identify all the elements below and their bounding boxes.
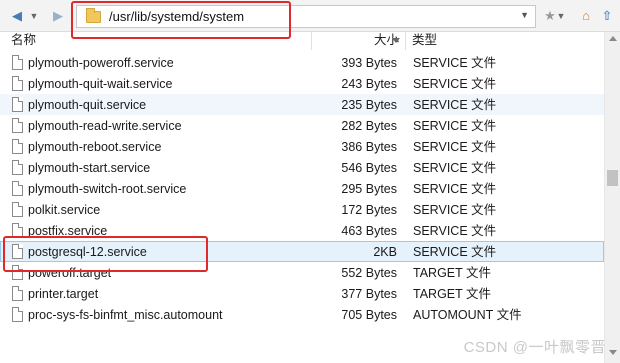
file-row[interactable]: plymouth-start.service 546 Bytes SERVICE… (0, 157, 604, 178)
file-type: TARGET 文件 (413, 287, 492, 301)
file-size: 172 Bytes (341, 203, 397, 217)
file-row-selected[interactable]: postgresql-12.service 2KB SERVICE 文件 (0, 241, 604, 262)
file-list: plymouth-poweroff.service 393 Bytes SERV… (0, 52, 604, 363)
column-divider[interactable] (405, 32, 406, 50)
back-arrow-icon[interactable]: ◀ (6, 7, 28, 25)
vertical-scrollbar[interactable] (604, 32, 620, 363)
file-size: 243 Bytes (341, 77, 397, 91)
file-icon (12, 76, 23, 91)
file-size: 2KB (373, 245, 397, 259)
file-icon (12, 181, 23, 196)
file-row[interactable]: proc-sys-fs-binfmt_misc.automount 705 By… (0, 304, 604, 325)
address-bar[interactable]: /usr/lib/systemd/system ▼ (76, 5, 536, 28)
scroll-thumb[interactable] (607, 170, 618, 186)
toolbar: ◀ ▼ ▶ /usr/lib/systemd/system ▼ ★ ▼ ⌂ ⇧ (0, 0, 620, 32)
file-icon (12, 223, 23, 238)
file-type: TARGET 文件 (413, 266, 492, 280)
file-name: plymouth-quit-wait.service (28, 77, 173, 91)
file-type: SERVICE 文件 (413, 161, 497, 175)
file-name: plymouth-quit.service (28, 98, 147, 112)
file-row[interactable]: plymouth-quit.service 235 Bytes SERVICE … (0, 94, 604, 115)
file-name: proc-sys-fs-binfmt_misc.automount (28, 308, 223, 322)
file-size: 377 Bytes (341, 287, 397, 301)
scroll-down-icon[interactable] (609, 350, 617, 355)
file-name: plymouth-poweroff.service (28, 56, 174, 70)
file-name: polkit.service (28, 203, 101, 217)
file-name: printer.target (28, 287, 99, 301)
sort-descending-icon (392, 38, 400, 43)
file-name: plymouth-start.service (28, 161, 151, 175)
home-icon[interactable]: ⌂ (577, 7, 595, 25)
watermark: CSDN @一叶飘零晋 (463, 339, 606, 356)
column-type-header[interactable]: 类型 (412, 32, 437, 50)
file-name: postgresql-12.service (28, 245, 147, 259)
file-size: 282 Bytes (341, 119, 397, 133)
file-size: 393 Bytes (341, 56, 397, 70)
file-type: SERVICE 文件 (413, 224, 497, 238)
file-icon (12, 244, 23, 259)
file-row[interactable]: plymouth-poweroff.service 393 Bytes SERV… (0, 52, 604, 73)
file-type: SERVICE 文件 (413, 140, 497, 154)
file-size: 295 Bytes (341, 182, 397, 196)
file-row[interactable]: printer.target 377 Bytes TARGET 文件 (0, 283, 604, 304)
file-type: SERVICE 文件 (413, 56, 497, 70)
file-row[interactable]: poweroff.target 552 Bytes TARGET 文件 (0, 262, 604, 283)
up-arrow-icon[interactable]: ⇧ (598, 7, 616, 25)
file-size: 463 Bytes (341, 224, 397, 238)
column-name-header[interactable]: 名称 (11, 32, 36, 50)
chevron-down-icon[interactable]: ▼ (520, 10, 529, 20)
column-divider[interactable] (311, 32, 312, 50)
file-icon (12, 139, 23, 154)
file-type: SERVICE 文件 (413, 203, 497, 217)
file-row[interactable]: plymouth-read-write.service 282 Bytes SE… (0, 115, 604, 136)
address-path: /usr/lib/systemd/system (109, 9, 245, 24)
file-size: 552 Bytes (341, 266, 397, 280)
bookmark-dropdown-icon[interactable]: ▼ (556, 7, 566, 25)
column-header: 名称 大小 类型 (0, 32, 604, 50)
file-icon (12, 160, 23, 175)
file-name: postfix.service (28, 224, 108, 238)
file-icon (12, 55, 23, 70)
scroll-up-icon[interactable] (609, 36, 617, 41)
file-type: SERVICE 文件 (413, 182, 497, 196)
folder-icon (86, 7, 101, 23)
file-icon (12, 265, 23, 280)
file-size: 546 Bytes (341, 161, 397, 175)
file-icon (12, 97, 23, 112)
file-name: plymouth-read-write.service (28, 119, 182, 133)
file-icon (12, 307, 23, 322)
file-name: plymouth-switch-root.service (28, 182, 187, 196)
file-row[interactable]: postfix.service 463 Bytes SERVICE 文件 (0, 220, 604, 241)
file-name: plymouth-reboot.service (28, 140, 162, 154)
file-icon (12, 286, 23, 301)
file-row[interactable]: polkit.service 172 Bytes SERVICE 文件 (0, 199, 604, 220)
file-type: SERVICE 文件 (413, 245, 497, 259)
file-type: SERVICE 文件 (413, 77, 497, 91)
file-row[interactable]: plymouth-switch-root.service 295 Bytes S… (0, 178, 604, 199)
file-type: AUTOMOUNT 文件 (413, 308, 522, 322)
file-size: 235 Bytes (341, 98, 397, 112)
history-dropdown-icon[interactable]: ▼ (28, 7, 40, 25)
file-size: 386 Bytes (341, 140, 397, 154)
file-type: SERVICE 文件 (413, 98, 497, 112)
file-row[interactable]: plymouth-quit-wait.service 243 Bytes SER… (0, 73, 604, 94)
file-row[interactable]: plymouth-reboot.service 386 Bytes SERVIC… (0, 136, 604, 157)
file-size: 705 Bytes (341, 308, 397, 322)
file-icon (12, 118, 23, 133)
forward-arrow-icon[interactable]: ▶ (47, 7, 69, 25)
file-type: SERVICE 文件 (413, 119, 497, 133)
file-name: poweroff.target (28, 266, 112, 280)
file-icon (12, 202, 23, 217)
